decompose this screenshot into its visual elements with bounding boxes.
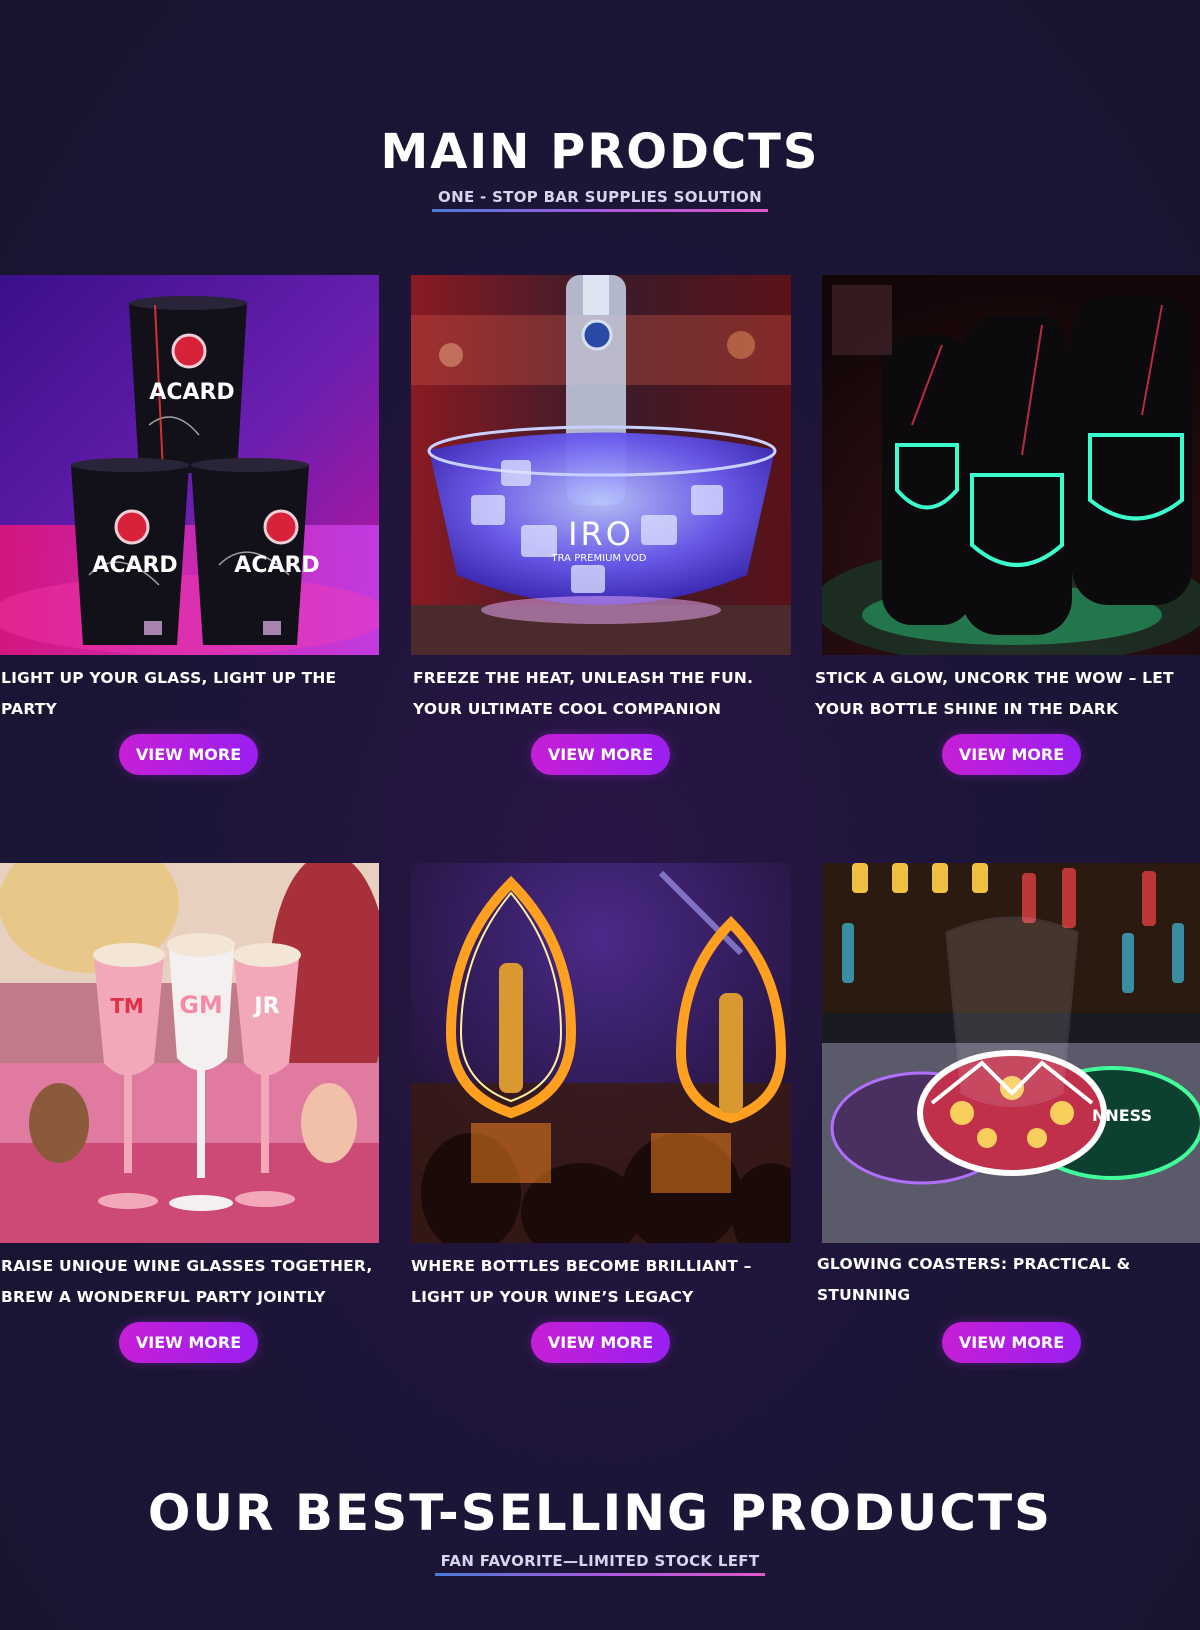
- view-more-button[interactable]: VIEW MORE: [942, 734, 1081, 775]
- product-image-coasters[interactable]: NNESS: [822, 863, 1200, 1243]
- product-caption: GLOWING COASTERS: PRACTICAL & STUNNING: [817, 1255, 1131, 1304]
- view-more-button[interactable]: VIEW MORE: [119, 1322, 258, 1363]
- glass-label-gm: GM: [179, 991, 223, 1019]
- product-image-bottle-presenters[interactable]: [411, 863, 791, 1243]
- product-caption: STICK A GLOW, UNCORK THE WOW – LET YOUR …: [815, 669, 1174, 718]
- product-image-wine-glasses[interactable]: TM GM JR: [0, 863, 379, 1243]
- bucket-brand-text: IRO: [568, 515, 634, 553]
- bestselling-subtitle: FAN FAVORITE—LIMITED STOCK LEFT: [440, 1552, 760, 1570]
- subtitle-underline: [432, 209, 768, 212]
- cup-label-left: ACARD: [92, 553, 177, 578]
- product-caption: LIGHT UP YOUR GLASS, LIGHT UP THE PARTY: [1, 669, 337, 718]
- product-caption: WHERE BOTTLES BECOME BRILLIANT – LIGHT U…: [411, 1257, 752, 1306]
- view-more-button[interactable]: VIEW MORE: [119, 734, 258, 775]
- bestselling-heading: OUR BEST-SELLING PRODUCTS FAN FAVORITE—L…: [0, 1484, 1200, 1576]
- view-more-button[interactable]: VIEW MORE: [942, 1322, 1081, 1363]
- product-image-glow-cups[interactable]: ACARD ACARD ACARD: [0, 275, 379, 655]
- cup-label-top: ACARD: [149, 380, 234, 405]
- view-more-button[interactable]: VIEW MORE: [531, 734, 670, 775]
- bestselling-subtitle-wrap: FAN FAVORITE—LIMITED STOCK LEFT: [434, 1552, 766, 1576]
- bestselling-title: OUR BEST-SELLING PRODUCTS: [147, 1484, 1053, 1542]
- product-image-ice-bucket[interactable]: IRO TRA PREMIUM VOD: [411, 275, 791, 655]
- product-caption: FREEZE THE HEAT, UNLEASH THE FUN. YOUR U…: [413, 669, 754, 718]
- glass-label-jr: JR: [252, 994, 279, 1019]
- main-products-subtitle-wrap: ONE - STOP BAR SUPPLIES SOLUTION: [432, 188, 768, 212]
- coaster-brand-text: NNESS: [1092, 1106, 1152, 1125]
- glass-label-tm: TM: [110, 994, 144, 1018]
- main-products-subtitle: ONE - STOP BAR SUPPLIES SOLUTION: [438, 188, 762, 206]
- subtitle-underline: [434, 1573, 766, 1576]
- bucket-tagline-text: TRA PREMIUM VOD: [551, 553, 647, 564]
- view-more-button[interactable]: VIEW MORE: [531, 1322, 670, 1363]
- product-caption: RAISE UNIQUE WINE GLASSES TOGETHER, BREW…: [1, 1257, 373, 1306]
- main-products-heading: MAIN PRODCTS ONE - STOP BAR SUPPLIES SOL…: [0, 124, 1200, 212]
- main-products-title: MAIN PRODCTS: [380, 124, 820, 180]
- cup-label-right: ACARD: [234, 553, 319, 578]
- product-image-glow-bottles[interactable]: [822, 275, 1200, 655]
